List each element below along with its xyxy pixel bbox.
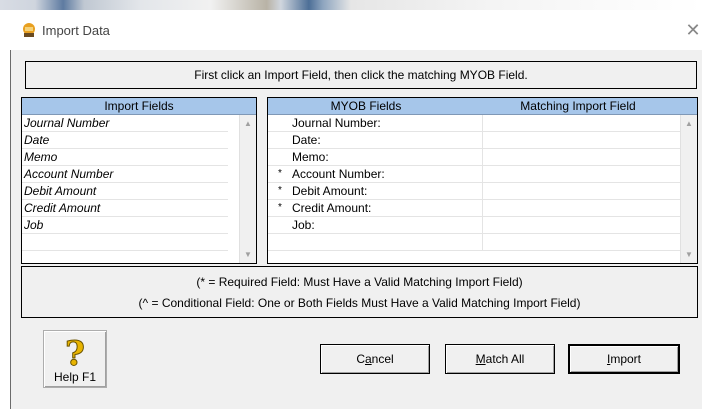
list-item[interactable] <box>22 234 228 251</box>
list-item[interactable]: Job <box>22 217 228 234</box>
import-data-window: Import Data ✕ First click an Import Fiel… <box>0 0 702 409</box>
cancel-button[interactable]: Cancel <box>320 344 430 374</box>
required-marker: * <box>278 168 282 179</box>
table-row[interactable]: * Credit Amount: <box>268 200 681 217</box>
table-row[interactable]: Journal Number: <box>268 115 681 132</box>
myob-fields-header: MYOB Fields Matching Import Field <box>268 98 697 115</box>
dialog-client: First click an Import Field, then click … <box>10 50 702 409</box>
scroll-down-icon[interactable]: ▼ <box>240 246 256 263</box>
svg-text:?: ? <box>65 334 85 369</box>
myob-import-icon <box>23 23 35 37</box>
window-title: Import Data <box>42 23 110 38</box>
myob-field-label: Date: <box>292 133 321 147</box>
scroll-down-icon[interactable]: ▼ <box>681 246 697 263</box>
required-marker: * <box>278 185 282 196</box>
import-fields-rows: Journal Number Date Memo Account Number … <box>22 115 228 251</box>
myob-fields-rows: Journal Number: Date: Memo: * Account Num… <box>268 115 681 251</box>
myob-field-label: Debit Amount: <box>292 184 368 198</box>
help-button[interactable]: ? Help F1 <box>43 330 107 388</box>
import-label-post: mport <box>610 352 642 366</box>
list-item[interactable]: Date <box>22 132 228 149</box>
help-question-icon: ? <box>65 334 86 370</box>
myob-fields-scrollbar[interactable]: ▲ ▼ <box>680 115 697 263</box>
cancel-label-post: ncel <box>371 352 394 366</box>
column-divider <box>482 200 483 216</box>
column-divider <box>482 166 483 182</box>
background-strip <box>0 0 702 10</box>
table-row[interactable]: Job: <box>268 217 681 234</box>
list-item[interactable]: Debit Amount <box>22 183 228 200</box>
required-marker: * <box>278 202 282 213</box>
table-row[interactable]: Date: <box>268 132 681 149</box>
match-all-button[interactable]: Match All <box>445 344 555 374</box>
match-all-label-accel: M <box>475 352 486 366</box>
column-divider <box>482 149 483 165</box>
title-bar: Import Data ✕ <box>0 10 702 50</box>
list-item[interactable]: Journal Number <box>22 115 228 132</box>
field-legend: (* = Required Field: Must Have a Valid M… <box>21 266 698 318</box>
import-button[interactable]: Import <box>568 344 680 374</box>
column-divider <box>482 234 483 250</box>
column-divider <box>482 217 483 233</box>
instruction-text: First click an Import Field, then click … <box>25 61 697 89</box>
import-fields-header: Import Fields <box>22 98 256 115</box>
scroll-up-icon[interactable]: ▲ <box>240 115 256 132</box>
myob-field-label: Account Number: <box>292 167 385 181</box>
import-fields-scrollbar[interactable]: ▲ ▼ <box>239 115 256 263</box>
help-button-label: Help F1 <box>53 370 97 384</box>
list-item[interactable]: Account Number <box>22 166 228 183</box>
column-divider <box>482 183 483 199</box>
match-all-label-post: atch All <box>485 352 525 366</box>
cancel-label-pre: C <box>356 352 365 366</box>
list-item[interactable]: Memo <box>22 149 228 166</box>
column-divider <box>482 115 483 131</box>
myob-field-label: Job: <box>292 218 315 232</box>
required-field-note: (* = Required Field: Must Have a Valid M… <box>196 275 523 289</box>
close-icon[interactable]: ✕ <box>684 19 702 41</box>
scroll-up-icon[interactable]: ▲ <box>681 115 697 132</box>
myob-field-label: Memo: <box>292 150 329 164</box>
conditional-field-note: (^ = Conditional Field: One or Both Fiel… <box>138 296 581 310</box>
myob-field-label: Credit Amount: <box>292 201 372 215</box>
table-row[interactable]: * Debit Amount: <box>268 183 681 200</box>
myob-fields-list[interactable]: MYOB Fields Matching Import Field Journa… <box>267 97 698 264</box>
table-row[interactable]: * Account Number: <box>268 166 681 183</box>
table-row[interactable]: Memo: <box>268 149 681 166</box>
table-row[interactable] <box>268 234 681 251</box>
myob-fields-column-header: MYOB Fields <box>330 99 402 113</box>
matching-import-field-column-header: Matching Import Field <box>520 99 636 113</box>
cancel-label-accel: a <box>364 352 372 366</box>
myob-field-label: Journal Number: <box>292 116 381 130</box>
column-divider <box>482 132 483 148</box>
import-fields-list[interactable]: Import Fields Journal Number Date Memo A… <box>21 97 257 264</box>
list-item[interactable]: Credit Amount <box>22 200 228 217</box>
